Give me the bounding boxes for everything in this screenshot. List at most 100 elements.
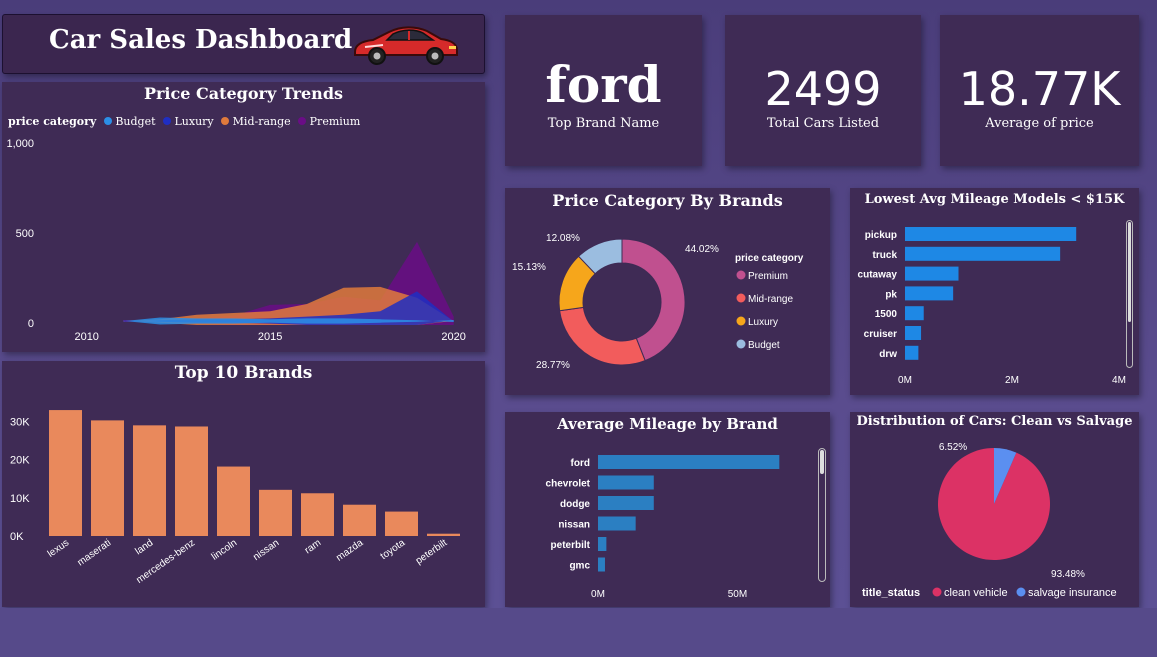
donut-legend-label: Mid-range [748,294,793,305]
avg-mileage-panel: Average Mileage by Brand ford chevrolet do… [505,412,830,607]
pie-legend-marker [1016,587,1026,597]
x-tick-label: 50M [728,589,747,600]
x-tick-label: 0M [591,589,605,600]
bar-category-label: drw [879,349,897,360]
x-tick-label: 2020 [441,331,465,343]
bar-category-label: ford [571,458,590,469]
x-tick-label: 4M [1112,375,1126,386]
bar-gmc [598,557,605,572]
low-mileage-scrollbar[interactable] [1126,220,1133,368]
bar-cruiser [905,326,922,340]
x-tick-label: peterbilt [414,537,450,567]
kpi-top-brand-label: Top Brand Name [547,116,660,131]
bar-category-label: cruiser [864,329,897,340]
x-tick-label: ram [303,537,323,556]
bar-pickup [905,227,1077,241]
bar-mazda [343,504,376,536]
x-tick-label: toyota [379,537,408,562]
trends-panel: Price Category Trends price category Bud… [2,82,485,352]
donut-legend-label: Premium [748,271,788,282]
donut-slice-mid-range [559,306,646,366]
pie-legend-marker [932,587,942,597]
bar-category-label: truck [873,250,898,261]
kpi-total-cars-label: Total Cars Listed [766,116,880,131]
donut-panel: Price Category By Brands 44.02% 28.77% 15.… [505,188,830,395]
bar-ram [301,493,334,536]
y-tick-label: 500 [16,228,34,240]
x-tick-label: 2M [1005,375,1019,386]
donut-data-label: 12.08% [546,233,580,244]
bar-category-label: gmc [569,561,590,572]
y-tick-label: 1,000 [6,138,34,150]
y-tick-label: 10K [10,493,30,505]
trends-chart: 1,000 500 0 2010 2015 2020 [6,138,465,343]
pie-data-label: 93.48% [1051,569,1085,580]
clean-salvage-panel: Distribution of Cars: Clean vs Salvage 9… [850,412,1139,607]
x-tick-label: land [133,537,155,557]
bar-category-label: peterbilt [551,540,591,551]
top-brands-panel: Top 10 Brands 30K 20K 10K 0K lexus maserati la… [2,361,485,607]
pie-legend-title: title_status [862,587,920,599]
kpi-top-brand-card: ford Top Brand Name [505,15,702,166]
y-tick-label: 20K [10,455,30,467]
bar-category-label: cutaway [858,270,898,281]
low-mileage-chart: pickup truck cutaway pk 1500 cruiser drw 0M 2M 4M [858,227,1126,386]
bar-category-label: pickup [865,230,897,241]
header-panel: Car Sales Dashboard [2,14,485,74]
donut-legend-marker [736,293,746,303]
kpi-top-brand-value: ford [545,55,662,114]
bar-lexus [49,410,82,536]
kpi-avg-price-card: 18.77K Average of price [940,15,1139,166]
kpi-total-cars-card: 2499 Total Cars Listed [725,15,921,166]
red-sports-car-icon [354,26,458,65]
low-mileage-panel: Lowest Avg Mileage Models < $15K pickup t… [850,188,1139,395]
pie-legend-label: clean vehicle [944,587,1008,599]
bar-category-label: dodge [560,499,590,510]
avg-mileage-scrollbar[interactable] [818,448,826,582]
y-tick-label: 0 [28,318,34,330]
bar-nissan [598,516,636,531]
x-tick-label: 2015 [258,331,282,343]
x-tick-label: maserati [75,537,113,568]
bar-1500 [905,306,924,321]
donut-legend-marker [736,270,746,280]
donut-legend-marker [736,316,746,326]
bar-land [133,425,166,536]
bar-mercedes-benz [175,426,208,536]
bar-peterbilt [598,537,607,551]
dashboard-title: Car Sales Dashboard [49,25,353,55]
bar-category-label: chevrolet [546,479,591,490]
kpi-avg-price-value: 18.77K [958,62,1121,116]
donut-chart: 44.02% 28.77% 15.13% 12.08% price category Pr… [512,233,804,371]
bar-category-label: nissan [558,520,590,531]
bar-ford [598,455,780,469]
bar-category-label: pk [885,289,897,300]
donut-data-label: 15.13% [512,262,546,273]
bar-lincoln [217,466,250,536]
pie-data-label: 6.52% [939,442,967,453]
x-tick-label: lincoln [210,537,240,562]
low-mileage-scroll-thumb[interactable] [1128,222,1131,322]
bar-dodge [598,496,654,510]
donut-data-label: 28.77% [536,360,570,371]
donut-legend-label: Budget [748,340,780,351]
donut-legend-marker [736,339,746,349]
y-tick-label: 30K [10,417,30,429]
x-tick-label: lexus [46,537,71,559]
x-tick-label: nissan [251,537,281,563]
avg-mileage-scroll-thumb[interactable] [820,450,824,474]
bar-cutaway [905,266,959,281]
bottom-background-strip [0,608,1157,657]
bar-peterbilt [427,533,460,536]
bar-category-label: 1500 [875,309,898,320]
donut-legend-title: price category [735,253,804,264]
avg-mileage-chart: ford chevrolet dodge nissan peterbilt gmc 0M 50… [546,455,780,600]
bar-truck [905,246,1061,261]
bar-drw [905,345,919,360]
donut-data-label: 44.02% [685,244,719,255]
bar-maserati [91,420,124,536]
x-tick-label: mazda [334,537,365,563]
donut-legend-label: Luxury [748,317,778,328]
top-brands-chart: 30K20K10K0Klexus maserati landmercedes-ben… [10,410,460,586]
bar-chevrolet [598,475,654,490]
